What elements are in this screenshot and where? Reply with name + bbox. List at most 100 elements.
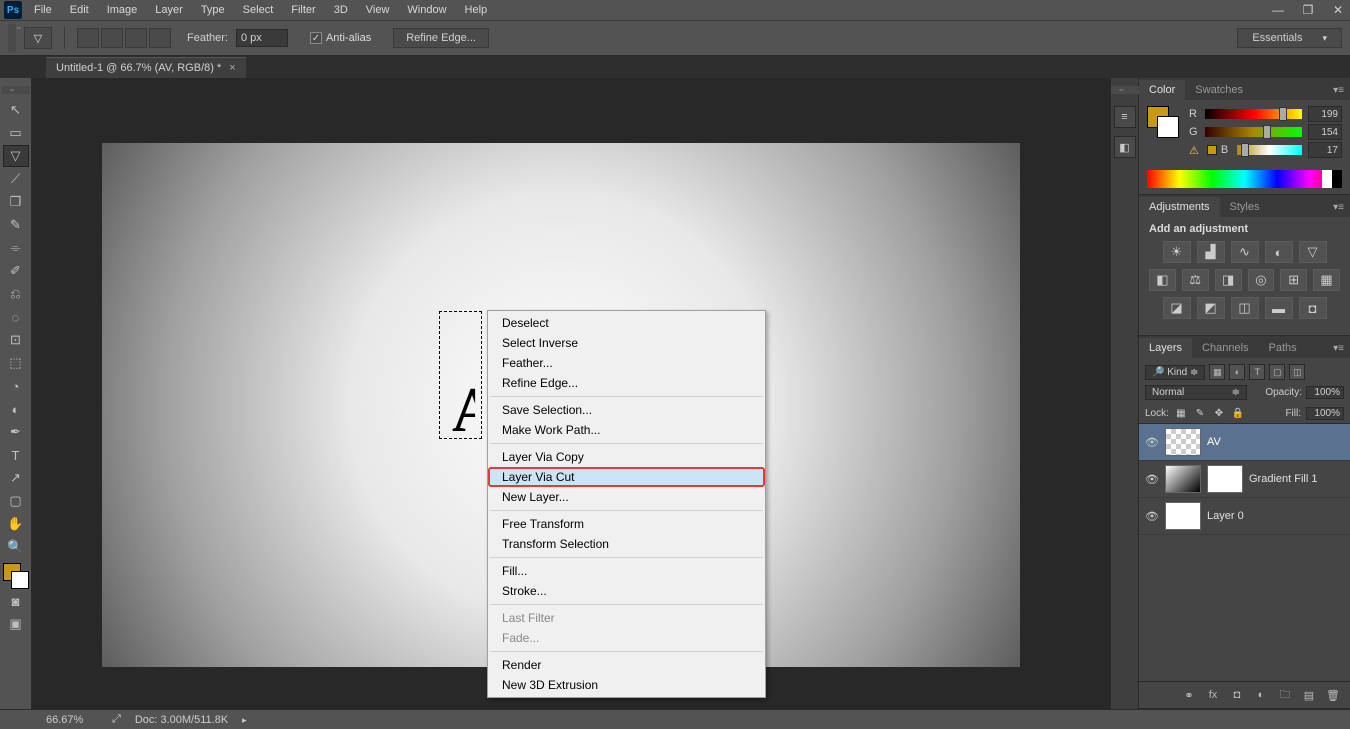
lasso-tool[interactable]: ▽: [3, 145, 29, 167]
context-menu-item[interactable]: Fade...: [488, 628, 765, 648]
canvas-area[interactable]: A DeselectSelect InverseFeather...Refine…: [32, 78, 1110, 709]
context-menu-item[interactable]: Stroke...: [488, 581, 765, 601]
workspace-switcher[interactable]: Essentials: [1237, 28, 1342, 48]
minimize-button[interactable]: —: [1270, 2, 1286, 18]
invert-icon[interactable]: ◪: [1163, 297, 1191, 319]
add-mask-icon[interactable]: ◘: [1228, 687, 1246, 703]
blur-tool[interactable]: ◔: [3, 375, 29, 397]
closest-color-icon[interactable]: [1207, 145, 1217, 155]
menu-window[interactable]: Window: [407, 4, 446, 16]
dodge-tool[interactable]: ◐: [3, 398, 29, 420]
refine-edge-button[interactable]: Refine Edge...: [393, 28, 489, 48]
context-menu-item[interactable]: Layer Via Copy: [488, 447, 765, 467]
context-menu-item[interactable]: Feather...: [488, 353, 765, 373]
tab-styles[interactable]: Styles: [1220, 197, 1270, 217]
marquee-tool[interactable]: ▭: [3, 122, 29, 144]
context-menu-item[interactable]: Save Selection...: [488, 400, 765, 420]
new-layer-icon[interactable]: ▤: [1300, 687, 1318, 703]
visibility-icon[interactable]: 👁: [1145, 473, 1159, 486]
filter-type-icon[interactable]: T: [1249, 364, 1265, 380]
subtract-selection-button[interactable]: [125, 28, 147, 48]
current-tool-icon[interactable]: ▽: [24, 27, 52, 49]
opacity-value[interactable]: 100%: [1306, 386, 1344, 399]
curves-icon[interactable]: ∿: [1231, 241, 1259, 263]
selectivecolor-icon[interactable]: ◘: [1299, 297, 1327, 319]
quick-select-tool[interactable]: ⟋: [3, 168, 29, 190]
menu-layer[interactable]: Layer: [155, 4, 183, 16]
status-resize-icon[interactable]: ⤢: [112, 713, 121, 726]
color-swatches-icon[interactable]: [1147, 106, 1179, 138]
context-menu-item[interactable]: Refine Edge...: [488, 373, 765, 393]
brightness-icon[interactable]: ☀: [1163, 241, 1191, 263]
shape-tool[interactable]: ▢: [3, 490, 29, 512]
context-menu-item[interactable]: Transform Selection: [488, 534, 765, 554]
r-slider[interactable]: [1205, 109, 1302, 119]
stamp-tool[interactable]: ⎌: [3, 283, 29, 305]
link-layers-icon[interactable]: ⚭: [1180, 687, 1198, 703]
toolbar-grip-icon[interactable]: [2, 86, 30, 94]
lock-all-icon[interactable]: 🔒: [1231, 406, 1245, 420]
b-value[interactable]: [1308, 142, 1342, 158]
delete-layer-icon[interactable]: 🗑: [1324, 687, 1342, 703]
intersect-selection-button[interactable]: [149, 28, 171, 48]
vibrance-icon[interactable]: ▽: [1299, 241, 1327, 263]
context-menu-item[interactable]: Layer Via Cut: [488, 467, 765, 487]
add-selection-button[interactable]: [101, 28, 123, 48]
tab-adjustments[interactable]: Adjustments: [1139, 197, 1220, 217]
levels-icon[interactable]: ▟: [1197, 241, 1225, 263]
context-menu-item[interactable]: New 3D Extrusion: [488, 675, 765, 695]
menu-view[interactable]: View: [366, 4, 390, 16]
layer-thumbnail[interactable]: [1165, 428, 1201, 456]
tab-paths[interactable]: Paths: [1259, 338, 1307, 358]
dock-grip-icon[interactable]: [1111, 86, 1139, 94]
lock-transparent-icon[interactable]: ▦: [1174, 406, 1188, 420]
fill-value[interactable]: 100%: [1306, 407, 1344, 420]
lock-pixels-icon[interactable]: ✎: [1193, 406, 1207, 420]
gradientmap-icon[interactable]: ▬: [1265, 297, 1293, 319]
tab-channels[interactable]: Channels: [1192, 338, 1258, 358]
history-panel-icon[interactable]: ≡: [1114, 106, 1136, 128]
grip-icon[interactable]: [8, 24, 16, 52]
bw-icon[interactable]: ◨: [1215, 269, 1242, 291]
hue-icon[interactable]: ◧: [1149, 269, 1176, 291]
menu-filter[interactable]: Filter: [291, 4, 315, 16]
menu-image[interactable]: Image: [107, 4, 138, 16]
filter-pixel-icon[interactable]: ▦: [1209, 364, 1225, 380]
photofilter-icon[interactable]: ◎: [1248, 269, 1275, 291]
context-menu-item[interactable]: Free Transform: [488, 514, 765, 534]
close-tab-icon[interactable]: ×: [229, 62, 235, 74]
layer-row[interactable]: 👁Layer 0: [1139, 498, 1350, 535]
new-group-icon[interactable]: 🗀: [1276, 687, 1294, 703]
context-menu-item[interactable]: Deselect: [488, 313, 765, 333]
new-selection-button[interactable]: [77, 28, 99, 48]
context-menu-item[interactable]: Fill...: [488, 561, 765, 581]
colorbalance-icon[interactable]: ⚖: [1182, 269, 1209, 291]
tab-layers[interactable]: Layers: [1139, 338, 1192, 358]
close-button[interactable]: ✕: [1330, 2, 1346, 18]
brush-tool[interactable]: ✐: [3, 260, 29, 282]
layer-row[interactable]: 👁AV: [1139, 424, 1350, 461]
panel-menu-icon[interactable]: ▾≡: [1327, 81, 1350, 100]
gradient-tool[interactable]: ⬚: [3, 352, 29, 374]
layer-thumbnail[interactable]: [1165, 502, 1201, 530]
layer-row[interactable]: 👁Gradient Fill 1: [1139, 461, 1350, 498]
blend-mode-select[interactable]: Normal ≑: [1145, 385, 1247, 400]
posterize-icon[interactable]: ◩: [1197, 297, 1225, 319]
crop-tool[interactable]: ❒: [3, 191, 29, 213]
filter-kind-select[interactable]: 🔎 Kind ≑: [1145, 365, 1205, 380]
quick-mask-button[interactable]: ◙: [3, 590, 29, 612]
threshold-icon[interactable]: ◫: [1231, 297, 1259, 319]
filter-smart-icon[interactable]: ◫: [1289, 364, 1305, 380]
menu-file[interactable]: File: [34, 4, 52, 16]
properties-panel-icon[interactable]: ◧: [1114, 136, 1136, 158]
eraser-tool[interactable]: ⊡: [3, 329, 29, 351]
context-menu-item[interactable]: Make Work Path...: [488, 420, 765, 440]
type-tool[interactable]: T: [3, 444, 29, 466]
document-tab[interactable]: Untitled-1 @ 66.7% (AV, RGB/8) * ×: [46, 57, 246, 78]
hand-tool[interactable]: ✋: [3, 513, 29, 535]
tab-swatches[interactable]: Swatches: [1185, 80, 1253, 100]
color-spectrum[interactable]: [1147, 170, 1342, 188]
panel-menu-icon[interactable]: ▾≡: [1327, 339, 1350, 358]
visibility-icon[interactable]: 👁: [1145, 436, 1159, 449]
context-menu-item[interactable]: Select Inverse: [488, 333, 765, 353]
